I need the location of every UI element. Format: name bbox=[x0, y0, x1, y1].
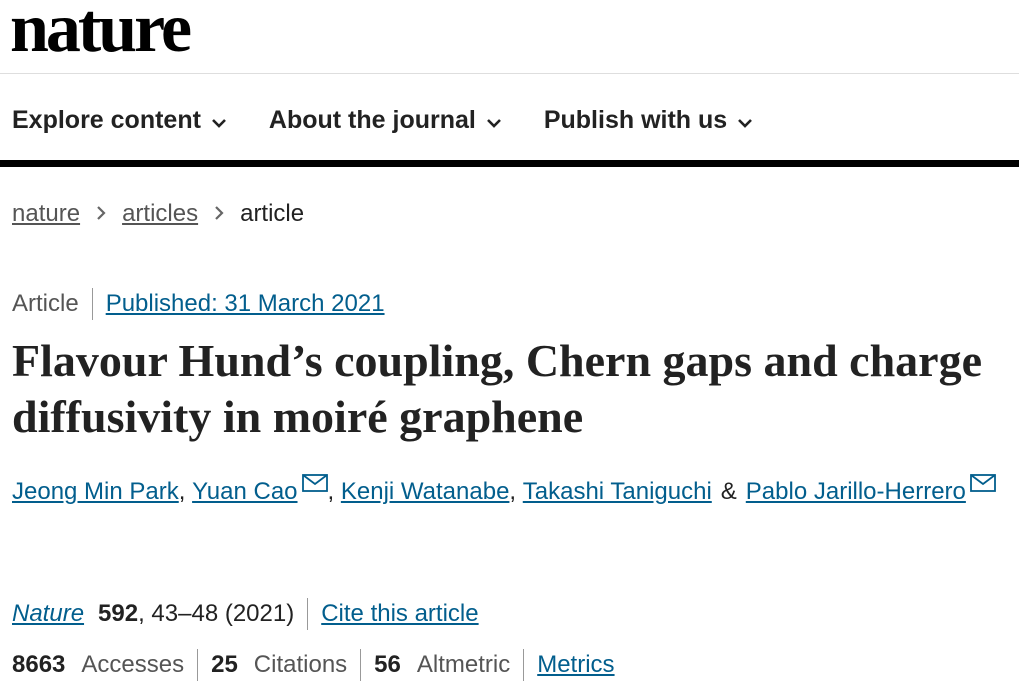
breadcrumb-article: article bbox=[240, 200, 305, 227]
nav-explore-content[interactable]: Explore content bbox=[12, 105, 227, 136]
article-title: Flavour Hund’s coupling, Chern gaps and … bbox=[12, 335, 983, 442]
chevron-down-icon bbox=[211, 107, 227, 136]
chevron-down-icon bbox=[486, 107, 502, 136]
metrics-link[interactable]: Metrics bbox=[537, 651, 614, 679]
author-link[interactable]: Yuan Cao bbox=[192, 478, 297, 506]
mail-icon[interactable] bbox=[301, 471, 328, 499]
author-separator: , bbox=[509, 478, 517, 505]
divider bbox=[91, 288, 93, 320]
article-meta: Article Published: 31 March 2021 bbox=[12, 288, 385, 320]
altmetric-label: Altmetric bbox=[416, 651, 511, 678]
breadcrumb: nature articles article bbox=[12, 200, 304, 228]
chevron-right-icon bbox=[214, 200, 224, 228]
divider bbox=[197, 649, 199, 681]
chevron-right-icon bbox=[96, 200, 106, 228]
author-separator: , bbox=[178, 478, 186, 505]
divider bbox=[360, 649, 362, 681]
volume: 592 bbox=[98, 600, 139, 627]
nav-about-journal[interactable]: About the journal bbox=[269, 105, 502, 136]
citations-count: 25 bbox=[211, 651, 238, 678]
cite-this-article-link[interactable]: Cite this article bbox=[321, 600, 478, 628]
author-link[interactable]: Takashi Taniguchi bbox=[523, 478, 712, 506]
nav-about-journal-label: About the journal bbox=[268, 105, 476, 134]
author-link[interactable]: Pablo Jarillo-Herrero bbox=[746, 478, 966, 506]
nav-rule bbox=[0, 160, 1019, 167]
altmetric-count: 56 bbox=[374, 651, 401, 678]
nav-publish-with-us[interactable]: Publish with us bbox=[544, 105, 753, 136]
author-link[interactable]: Kenji Watanabe bbox=[341, 478, 510, 506]
accesses-count: 8663 bbox=[12, 651, 66, 678]
chevron-down-icon bbox=[737, 107, 753, 136]
divider bbox=[523, 649, 525, 681]
main-nav: Explore content About the journal Publis… bbox=[12, 100, 753, 140]
author-link[interactable]: Jeong Min Park bbox=[12, 478, 179, 506]
author-separator: , bbox=[327, 478, 335, 505]
citations-label: Citations bbox=[253, 651, 348, 678]
article-page: nature Explore content About the journal… bbox=[0, 0, 1019, 688]
nature-logo[interactable]: nature bbox=[10, 0, 192, 64]
breadcrumb-articles[interactable]: articles bbox=[122, 200, 198, 228]
metrics-row: 8663 Accesses 25 Citations 56 Altmetric … bbox=[12, 649, 615, 681]
nav-publish-with-us-label: Publish with us bbox=[543, 105, 728, 134]
nav-explore-content-label: Explore content bbox=[12, 105, 201, 134]
article-type: Article bbox=[12, 290, 79, 317]
published-date-link[interactable]: Published: 31 March 2021 bbox=[106, 290, 385, 318]
journal-link[interactable]: Nature bbox=[12, 600, 84, 628]
author-list: Jeong Min Park , Yuan Cao , Kenji Watana… bbox=[12, 474, 996, 506]
divider bbox=[307, 598, 309, 630]
accesses-label: Accesses bbox=[81, 651, 185, 678]
header-divider bbox=[0, 73, 1019, 74]
pages-year: , 43–48 (2021) bbox=[138, 600, 295, 627]
citation-row: Nature 592 , 43–48 (2021) Cite this arti… bbox=[12, 598, 479, 630]
mail-icon[interactable] bbox=[969, 471, 996, 499]
author-ampersand: & bbox=[720, 478, 737, 505]
breadcrumb-nature[interactable]: nature bbox=[12, 200, 80, 228]
